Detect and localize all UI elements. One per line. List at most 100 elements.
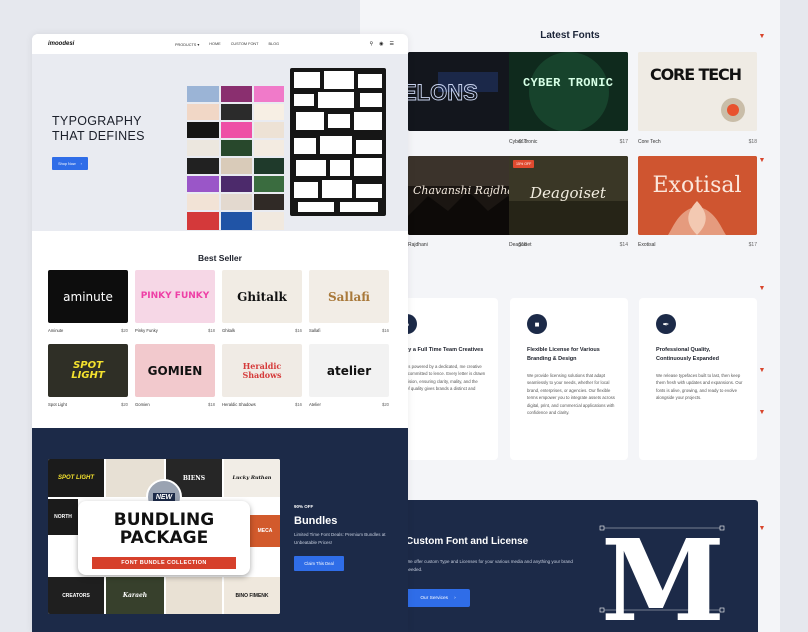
account-icon[interactable]: ◉ xyxy=(379,41,383,47)
hero-section: TYPOGRAPHY THAT DEFINES Shop Now › xyxy=(32,54,408,231)
font-name: Cyber Tronic xyxy=(509,139,538,145)
font-card-core-tech[interactable]: CORE TECH xyxy=(638,52,757,131)
feature-title: de by a Full Time Team Creatives xyxy=(397,347,484,353)
product-name: Ghitalk xyxy=(222,328,236,333)
nav-link-home[interactable]: HOME xyxy=(209,42,220,47)
pdf-icon[interactable]: ▼ xyxy=(757,524,767,534)
font-price: $17 xyxy=(619,139,628,145)
product-price: $20 xyxy=(382,402,389,407)
nav-links: PRODUCTS ▾ HOME CUSTOM FONT BLOG xyxy=(175,42,279,47)
feature-title: Professional Quality, Continuously Expan… xyxy=(656,347,719,362)
best-seller-section: Best Seller aminute PINKY FUNKY Ghitalk … xyxy=(32,231,408,428)
nav-link-blog[interactable]: BLOG xyxy=(268,42,279,47)
nav-link-products[interactable]: PRODUCTS ▾ xyxy=(175,42,199,47)
feature-card-license: ■ Flexible License for Various Branding … xyxy=(510,298,628,460)
sallafi-preview: Sallafi xyxy=(327,289,371,304)
product-card-atelier[interactable]: atelier xyxy=(309,344,389,397)
top-nav: imoodesi PRODUCTS ▾ HOME CUSTOM FONT BLO… xyxy=(32,34,408,54)
bundle-section: SPOT LIGHT BIENS Lucky Ruthan NORTH MECA… xyxy=(32,428,408,632)
atelier-preview: atelier xyxy=(326,363,372,378)
product-price: $20 xyxy=(121,402,128,407)
product-name: Pinky Funky xyxy=(135,328,158,333)
nav-link-custom-font[interactable]: CUSTOM FONT xyxy=(231,42,259,47)
font-name: Core Tech xyxy=(638,139,661,145)
font-card-exotisal[interactable]: Exotisal xyxy=(638,156,757,235)
exotisal-preview: Exotisal xyxy=(638,156,757,235)
pdf-icon[interactable]: ▼ xyxy=(757,408,767,418)
shop-now-button[interactable]: Shop Now › xyxy=(52,157,88,170)
feature-title: Flexible License for Various Branding & … xyxy=(527,347,600,362)
discount-badge: 15% OFF xyxy=(513,160,535,168)
our-services-button[interactable]: Our Services › xyxy=(406,589,470,607)
bundle-tile: BINO FIMENK xyxy=(224,577,280,614)
product-price: $16 xyxy=(295,402,302,407)
claim-deal-button[interactable]: Claim This Deal xyxy=(294,556,344,571)
bundle-tile: MECA xyxy=(250,515,280,547)
feature-card-quality: ✒ Professional Quality, Continuously Exp… xyxy=(639,298,757,460)
feature-text: We provide licensing solutions that adap… xyxy=(527,372,615,416)
product-card-spot-light[interactable]: SPOT LIGHT xyxy=(48,344,128,397)
gomien-preview: GOMIEN xyxy=(147,363,203,378)
product-card-gomien[interactable]: GOMIEN xyxy=(135,344,215,397)
product-card-aminute[interactable]: aminute xyxy=(48,270,128,323)
bundle-tile: NORTH xyxy=(48,499,78,535)
custom-font-banner: Custom Font and License We offer custom … xyxy=(400,500,758,632)
svg-text:CORE TECH: CORE TECH xyxy=(650,65,742,84)
hero-sticker-sheet xyxy=(290,68,386,216)
product-card-pinky-funky[interactable]: PINKY FUNKY xyxy=(135,270,215,323)
core-tech-preview: CORE TECH xyxy=(638,52,757,131)
feature-text: work is powered by a dedicated, me creat… xyxy=(397,363,486,399)
bundle-tile: SPOT LIGHT xyxy=(48,459,104,497)
product-price: $20 xyxy=(121,328,128,333)
nav-icons: ⚲ ◉ ☰ xyxy=(369,41,394,47)
bundle-description: Limited Time Font Deals: Premium Bundles… xyxy=(294,532,386,545)
product-name: Gomien xyxy=(135,402,150,407)
svg-text:Exotisal: Exotisal xyxy=(652,173,741,198)
product-card-sallafi[interactable]: Sallafi xyxy=(309,270,389,323)
font-card-cyber-tronic[interactable]: CYBER TRONIC xyxy=(509,52,628,131)
svg-text:Deagoiset: Deagoiset xyxy=(529,184,607,202)
bundle-image[interactable]: SPOT LIGHT BIENS Lucky Ruthan NORTH MECA… xyxy=(48,459,280,614)
svg-text:ELONS: ELONS xyxy=(408,80,478,105)
product-name: Spot Light xyxy=(48,402,67,407)
ghitalk-preview: Ghitalk xyxy=(237,289,287,304)
product-card-ghitalk[interactable]: Ghitalk xyxy=(222,270,302,323)
latest-fonts-title: Latest Fonts xyxy=(540,30,600,41)
pdf-icon[interactable]: ▼ xyxy=(757,366,767,376)
search-icon[interactable]: ⚲ xyxy=(369,41,373,47)
bundle-tile: Lucky Ruthan xyxy=(224,459,280,497)
bundle-tile: Karaeh xyxy=(106,577,164,614)
product-name: Aminute xyxy=(48,328,64,333)
bundle-title: Bundles xyxy=(294,515,338,527)
pdf-icon[interactable]: ▼ xyxy=(757,156,767,166)
chevron-right-icon: › xyxy=(454,595,456,601)
front-page: imoodesi PRODUCTS ▾ HOME CUSTOM FONT BLO… xyxy=(32,34,408,632)
shop-now-label: Shop Now xyxy=(58,161,76,166)
background-page: Latest Fonts ELONS CYBER TRONIC CORE TEC… xyxy=(360,0,780,632)
bundle-tile: CREATORS xyxy=(48,577,104,614)
cyber-tronic-preview: CYBER TRONIC xyxy=(509,52,628,131)
license-icon: ■ xyxy=(527,314,547,334)
spot-light-preview: SPOT LIGHT xyxy=(71,359,105,381)
aminute-preview: aminute xyxy=(63,289,113,304)
product-price: $16 xyxy=(382,328,389,333)
chevron-right-icon: › xyxy=(80,161,82,166)
feature-text: We release typefaces built to last, then… xyxy=(656,372,743,401)
font-price: $17 xyxy=(748,242,757,248)
font-price: $14 xyxy=(619,242,628,248)
our-services-label: Our Services xyxy=(420,595,449,601)
svg-text:M: M xyxy=(601,522,725,632)
product-card-heraldic-shadows[interactable]: Heraldic Shadows xyxy=(222,344,302,397)
font-price: $18 xyxy=(748,139,757,145)
font-card-deagoiset[interactable]: Deagoiset 15% OFF xyxy=(509,156,628,235)
pdf-icon[interactable]: ▼ xyxy=(757,32,767,42)
svg-text:CYBER TRONIC: CYBER TRONIC xyxy=(523,76,613,90)
pdf-icon[interactable]: ▼ xyxy=(757,284,767,294)
bundling-package-card: BUNDLING PACKAGE FONT BUNDLE COLLECTION xyxy=(78,501,250,575)
product-price: $16 xyxy=(295,328,302,333)
font-name: Rajdhani xyxy=(408,242,428,248)
logo[interactable]: imoodesi xyxy=(48,41,74,47)
product-name: Heraldic Shadows xyxy=(222,402,256,407)
cart-icon[interactable]: ☰ xyxy=(390,41,394,47)
heraldic-shadows-preview: Heraldic Shadows xyxy=(242,361,282,380)
